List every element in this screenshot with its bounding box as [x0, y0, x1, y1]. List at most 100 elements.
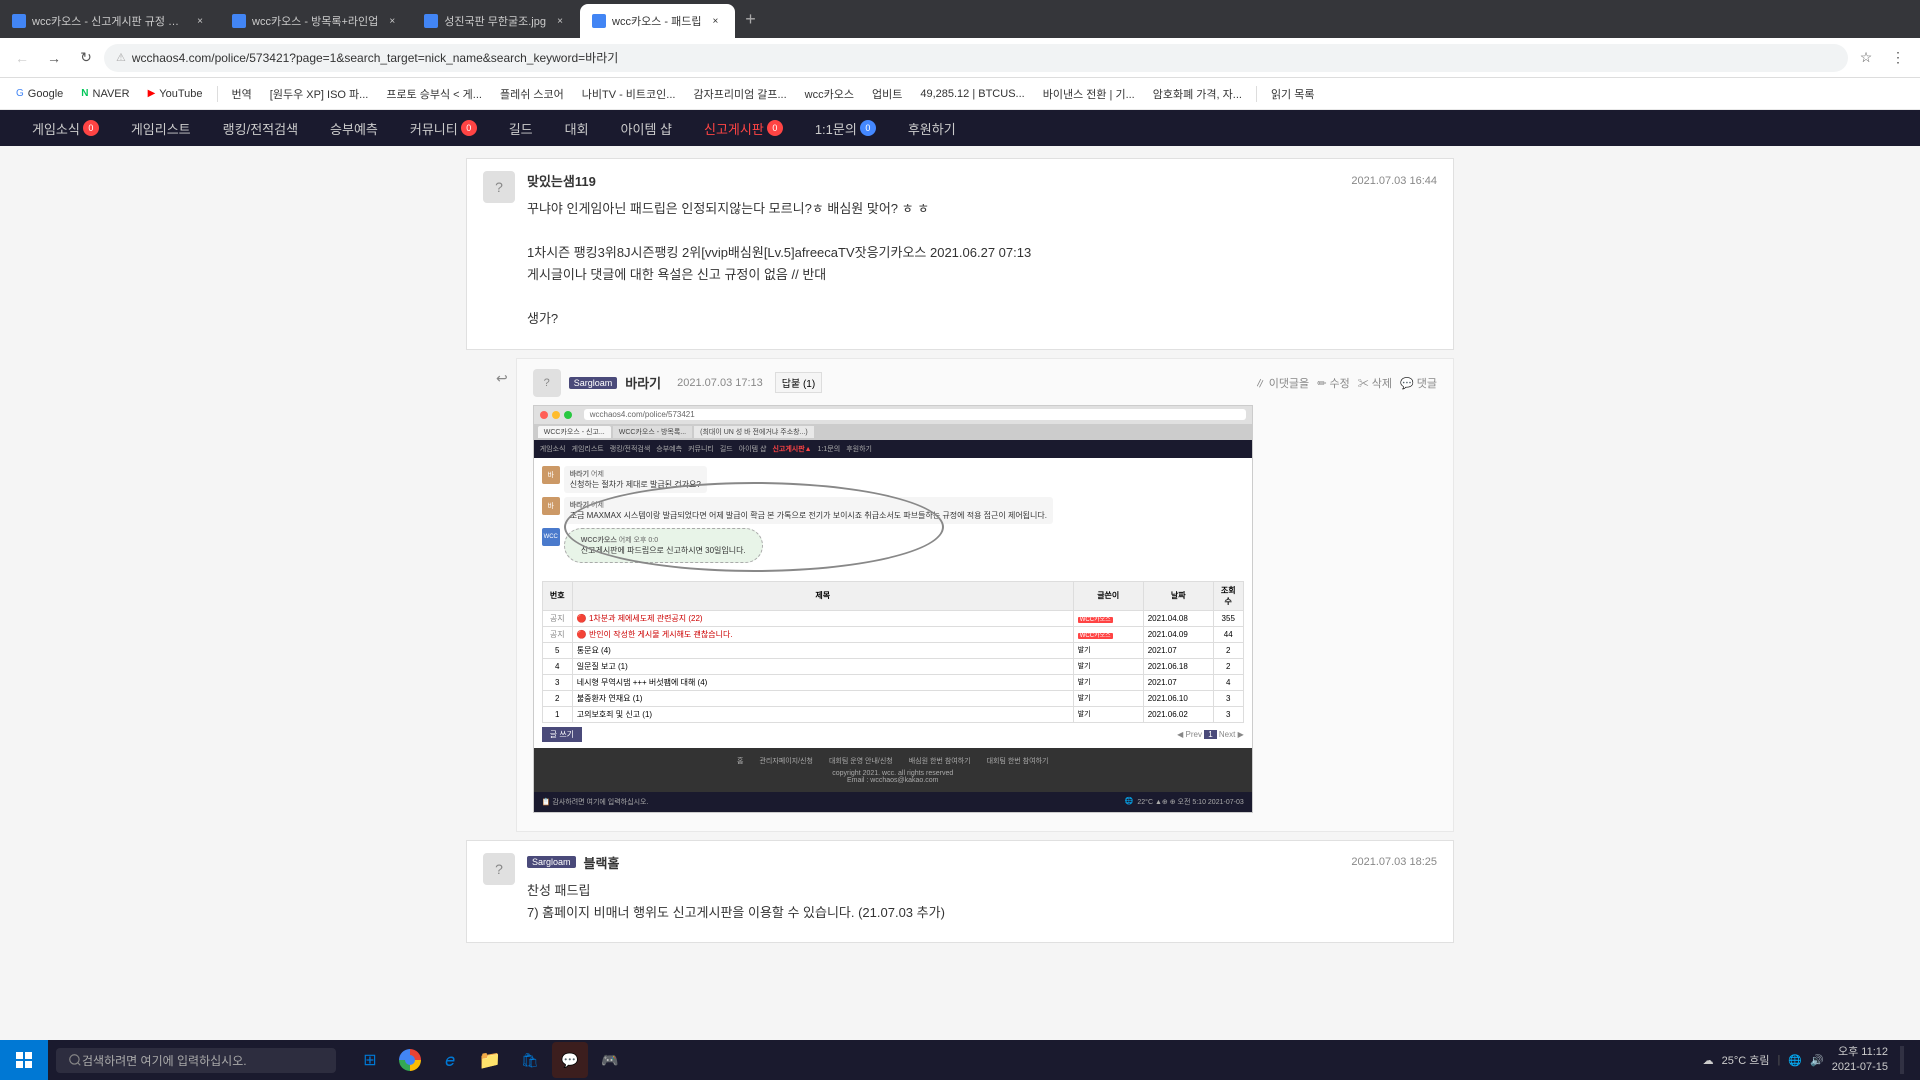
nav-community[interactable]: 커뮤니티 0: [394, 110, 493, 146]
td-title-n1-text[interactable]: 1차분과 제에세도제 관련공지 (22): [589, 614, 703, 623]
td-author-3: 발기: [1073, 674, 1143, 690]
address-bar[interactable]: ⚠ wcchaos4.com/police/573421?page=1&sear…: [104, 44, 1848, 72]
bookmark-crypto[interactable]: 암호화폐 가격, 자...: [1145, 84, 1250, 104]
tab-3[interactable]: 성진국판 무한굴조.jpg ×: [412, 4, 580, 38]
reply-container: ↩ ? Sargloam 바라기 2021.07.03 17:13 답붙 (1)…: [496, 358, 1454, 832]
nav-tournament[interactable]: 대회: [549, 110, 605, 146]
bookmark-google[interactable]: G Google: [8, 86, 71, 102]
taskbar-app-store[interactable]: 🛍: [512, 1042, 548, 1078]
bookmark-iso[interactable]: [원두우 XP] ISO 파...: [262, 84, 377, 104]
nav-itemshop[interactable]: 아이템 샵: [605, 110, 688, 146]
taskbar-app-red[interactable]: 🎮: [592, 1042, 628, 1078]
td-title-1-text[interactable]: 고의보호죄 및 신고 (1): [577, 710, 652, 719]
bookmark-proto[interactable]: 프로토 승부식 < 게...: [378, 84, 490, 104]
td-title-n2-text[interactable]: 반인이 작성한 게시물 게시해도 괜찮습니다.: [589, 630, 733, 639]
nav-support[interactable]: 후원하기: [892, 110, 972, 146]
bookmark-navitv[interactable]: 나비TV - 비트코인...: [574, 84, 684, 104]
tab-3-close[interactable]: ×: [552, 13, 568, 29]
td-num-1: 1: [542, 706, 572, 722]
reply-count: 답붙 (1): [775, 372, 822, 393]
bookmark-wcc[interactable]: wcc카오스: [797, 84, 862, 104]
footer-copyright: copyright 2021. wcc. all rights reserved: [542, 770, 1244, 777]
td-title-5-text[interactable]: 통문요 (4): [577, 646, 611, 655]
footer-link-3: 대회팀 운영 안내/신청: [829, 756, 893, 766]
td-views-4: 2: [1213, 658, 1243, 674]
td-num-4: 4: [542, 658, 572, 674]
taskbar-app-windows[interactable]: ⊞: [352, 1042, 388, 1078]
back-button[interactable]: ←: [8, 44, 36, 72]
bookmark-star[interactable]: ☆: [1852, 44, 1880, 72]
next-page[interactable]: Next ▶: [1219, 730, 1244, 739]
td-title-3-text[interactable]: 네시형 무역시댐 +++ 버섯팸에 대해 (4): [577, 678, 708, 687]
bookmark-gamja[interactable]: 감자프리미엄 갈프...: [685, 84, 794, 104]
comment-1-username: 맞있는샘119: [527, 171, 596, 190]
chat-msg-3: WCC WCC카오스 어제 오후 0:0 신고게시판에 파드립으로 신고하시면 …: [542, 528, 1244, 563]
td-title-2-text[interactable]: 불중환자 연재요 (1): [577, 694, 643, 703]
bookmark-translate[interactable]: 번역: [224, 84, 260, 104]
tab-2[interactable]: wcc카오스 - 방목록+라인업 ×: [220, 4, 412, 38]
reply-action-comments[interactable]: ∥ 이댓글을: [1255, 375, 1310, 391]
tray-separator: |: [1777, 1054, 1780, 1066]
write-button[interactable]: 글 쓰기: [542, 727, 582, 742]
start-button[interactable]: [0, 1040, 48, 1080]
bookmark-youtube[interactable]: ▶ YouTube: [140, 86, 211, 102]
nav-report-label: 신고게시판: [704, 119, 764, 138]
td-title-4-text[interactable]: 일문질 보고 (1): [577, 662, 628, 671]
nav-report[interactable]: 신고게시판 0: [688, 110, 799, 146]
reply-action-edit[interactable]: ✏ 수정: [1317, 375, 1350, 391]
new-tab-button[interactable]: +: [735, 4, 765, 34]
td-num-n2: 공지: [542, 626, 572, 642]
tab-4-close[interactable]: ×: [707, 13, 723, 29]
bookmark-wcc-label: wcc카오스: [805, 86, 854, 102]
screenshot-browser-icon: 🌐: [1125, 797, 1134, 807]
tab-4[interactable]: wcc카오스 - 패드립 ×: [580, 4, 735, 38]
table-footer: 글 쓰기 ◀ Prev 1 Next ▶: [542, 727, 1244, 742]
windows-taskbar: 검색하려면 여기에 입력하십시오. ⊞ 𝑒 📁 🛍 💬 🎮 ☁ 25°C 흐림 …: [0, 1040, 1920, 1080]
screenshot-table-area: 번호 제목 글쓴이 날짜 조회수: [534, 575, 1252, 748]
refresh-button[interactable]: ↻: [72, 44, 100, 72]
screenshot-sitenav: 게임소식 게임리스트 랭킹/전적검색 승부예측 커뮤니티 길드 아이템 샵 신고…: [534, 440, 1252, 458]
table-row-3: 3 네시형 무역시댐 +++ 버섯팸에 대해 (4) 발기 2021.07 4: [542, 674, 1243, 690]
bookmark-youtube-label: YouTube: [159, 88, 202, 100]
screenshot-nav-sup: 후원하기: [846, 444, 872, 454]
table-row-2: 2 불중환자 연재요 (1) 발기 2021.06.10 3: [542, 690, 1243, 706]
forward-button[interactable]: →: [40, 44, 68, 72]
comment-1-header: 맞있는샘119 2021.07.03 16:44: [527, 171, 1437, 190]
td-views-3: 4: [1213, 674, 1243, 690]
tab-1-favicon: [12, 14, 26, 28]
tab-1-close[interactable]: ×: [192, 13, 208, 29]
taskbar-app-edge[interactable]: 𝑒: [432, 1042, 468, 1078]
taskbar-app-explorer[interactable]: 📁: [472, 1042, 508, 1078]
td-title-4: 일문질 보고 (1): [572, 658, 1073, 674]
nav-gamelist[interactable]: 게임리스트: [115, 110, 207, 146]
bookmark-btc[interactable]: 49,285.12 | BTCUS...: [912, 86, 1032, 102]
nav-inquiry[interactable]: 1:1문의 0: [799, 110, 892, 146]
bookmark-naver-label: NAVER: [93, 88, 130, 100]
browser-menu[interactable]: ⋮: [1884, 44, 1912, 72]
taskbar-app-kakao[interactable]: 💬: [552, 1042, 588, 1078]
bookmark-readinglist[interactable]: 읽기 목록: [1263, 84, 1323, 104]
nav-prediction[interactable]: 승부예측: [314, 110, 394, 146]
reply-header: ? Sargloam 바라기 2021.07.03 17:13 답붙 (1) ∥…: [533, 369, 1437, 397]
reply-action-delete[interactable]: ✂ 삭제: [1358, 375, 1392, 391]
taskbar-apps: ⊞ 𝑒 📁 🛍 💬 🎮: [352, 1042, 628, 1078]
taskbar-app-chrome[interactable]: [392, 1042, 428, 1078]
reply-action-comment[interactable]: 💬 댓글: [1400, 375, 1437, 391]
nav-support-label: 후원하기: [908, 119, 956, 138]
tab-1[interactable]: wcc카오스 - 신고게시판 규정 변... ×: [0, 4, 220, 38]
prev-page[interactable]: ◀ Prev: [1177, 730, 1202, 739]
tray-show-desktop[interactable]: [1900, 1046, 1904, 1074]
bookmark-flashscore[interactable]: 플레쉬 스코어: [492, 84, 572, 104]
comment-2-header: Sargloam 블랙홀 2021.07.03 18:25: [527, 853, 1437, 872]
tab-2-close[interactable]: ×: [384, 13, 400, 29]
bookmark-naver[interactable]: N NAVER: [73, 86, 137, 102]
nav-gamenews[interactable]: 게임소식 0: [16, 110, 115, 146]
bookmark-binance[interactable]: 바이낸스 전환 | 기...: [1035, 84, 1143, 104]
bookmark-upbit[interactable]: 업비트: [864, 84, 910, 104]
td-title-n2: 🔴 반인이 작성한 게시물 게시해도 괜찮습니다.: [572, 626, 1073, 642]
browser-window: wcc카오스 - 신고게시판 규정 변... × wcc카오스 - 방목록+라인…: [0, 0, 1920, 1040]
nav-guild[interactable]: 길드: [493, 110, 549, 146]
taskbar-search-bar[interactable]: 검색하려면 여기에 입력하십시오.: [56, 1048, 336, 1073]
tab-bar: wcc카오스 - 신고게시판 규정 변... × wcc카오스 - 방목록+라인…: [0, 0, 1920, 38]
nav-ranking[interactable]: 랭킹/전적검색: [207, 110, 314, 146]
